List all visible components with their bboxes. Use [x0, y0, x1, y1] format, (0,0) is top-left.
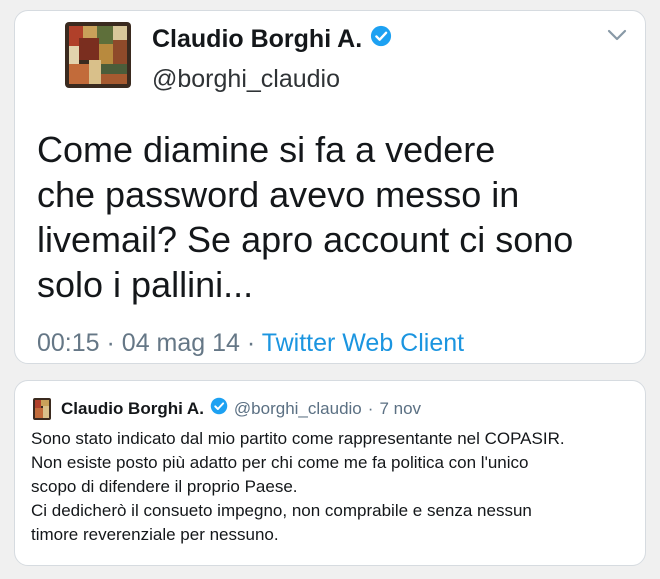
verified-badge-icon: [370, 25, 392, 54]
tweet-time[interactable]: 00:15: [37, 329, 100, 357]
quoted-date[interactable]: 7 nov: [379, 399, 421, 419]
tweet-card[interactable]: Claudio Borghi A. @borghi_claudio Come d…: [14, 10, 646, 364]
tweet-text: Come diamine si fa a vedere che password…: [37, 127, 627, 307]
quoted-author-name[interactable]: Claudio Borghi A.: [61, 399, 204, 419]
author-name-text[interactable]: Claudio Borghi A.: [152, 25, 362, 54]
quoted-text-line: timore reverenziale per nessuno.: [31, 525, 279, 544]
author-handle[interactable]: @borghi_claudio: [152, 65, 340, 94]
tweet-date[interactable]: 04 mag 14: [122, 329, 240, 357]
tweet-text-line: Come diamine si fa a vedere: [37, 129, 496, 170]
quoted-tweet-text: Sono stato indicato dal mio partito come…: [31, 427, 631, 547]
quoted-text-line: Ci dedicherò il consueto impegno, non co…: [31, 501, 532, 520]
quoted-text-line: Non esiste posto più adatto per chi come…: [31, 453, 529, 472]
chevron-down-icon[interactable]: [606, 27, 628, 43]
author-name[interactable]: Claudio Borghi A.: [152, 25, 392, 54]
tweet-text-line: solo i pallini...: [37, 264, 254, 305]
quoted-author-avatar[interactable]: [33, 397, 51, 420]
meta-separator: ·: [106, 329, 115, 357]
author-avatar[interactable]: [65, 22, 131, 88]
quoted-separator: ·: [367, 398, 374, 418]
quoted-text-line: scopo di difendere il proprio Paese.: [31, 477, 298, 496]
meta-separator: ·: [246, 329, 256, 357]
tweet-meta: 00:15 · 04 mag 14 · Twitter Web Client: [37, 329, 464, 358]
verified-badge-icon: [210, 397, 228, 420]
quoted-tweet-card[interactable]: Claudio Borghi A. @borghi_claudio · 7 no…: [14, 380, 646, 566]
tweet-text-line: livemail? Se apro account ci sono: [37, 219, 574, 260]
tweet-client-link[interactable]: Twitter Web Client: [262, 329, 464, 357]
tweet-text-line: che password avevo messo in: [37, 174, 520, 215]
quoted-author-handle[interactable]: @borghi_claudio: [234, 399, 362, 419]
quoted-text-line: Sono stato indicato dal mio partito come…: [31, 429, 565, 448]
quoted-tweet-header: Claudio Borghi A. @borghi_claudio · 7 no…: [33, 397, 421, 420]
